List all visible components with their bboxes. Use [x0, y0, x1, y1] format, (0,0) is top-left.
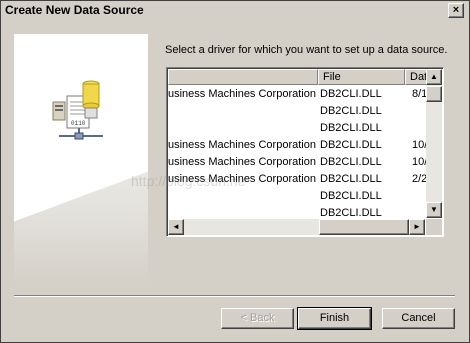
database-driver-icon: 0110	[52, 80, 103, 140]
svg-text:0110: 0110	[71, 120, 86, 127]
scroll-down-button[interactable]: ▼	[426, 202, 442, 218]
driver-file: DB2CLI.DLL	[320, 105, 382, 117]
horizontal-scroll-thumb[interactable]	[319, 219, 409, 235]
horizontal-scrollbar[interactable]: ◄ ►	[168, 219, 425, 235]
driver-file: DB2CLI.DLL	[320, 88, 382, 100]
driver-name: usiness Machines Corporation	[168, 173, 316, 185]
driver-file: DB2CLI.DLL	[320, 122, 382, 134]
driver-file: DB2CLI.DLL	[320, 139, 382, 151]
driver-list[interactable]: File Dat usiness Machines Corporation DB…	[166, 67, 444, 237]
driver-file: DB2CLI.DLL	[320, 190, 382, 202]
column-header-file[interactable]: File	[318, 69, 405, 85]
create-data-source-dialog: Create New Data Source × 0110 Select a d…	[0, 0, 470, 343]
driver-name: usiness Machines Corporation	[168, 139, 316, 151]
separator	[14, 295, 455, 297]
column-header-date[interactable]: Dat	[405, 69, 427, 85]
driver-file: DB2CLI.DLL	[320, 207, 382, 219]
list-item[interactable]: usiness Machines Corporation DB2CLI.DLL …	[168, 137, 427, 154]
list-item[interactable]: usiness Machines Corporation DB2CLI.DLL …	[168, 86, 427, 103]
list-item[interactable]: DB2CLI.DLL	[168, 120, 426, 137]
vertical-scroll-thumb[interactable]	[426, 86, 442, 102]
list-item[interactable]: DB2CLI.DLL	[168, 103, 426, 120]
scroll-left-button[interactable]: ◄	[168, 219, 184, 235]
driver-name: usiness Machines Corporation	[168, 156, 316, 168]
scroll-right-button[interactable]: ►	[409, 219, 425, 235]
instruction-text: Select a driver for which you want to se…	[165, 44, 448, 56]
cancel-button[interactable]: Cancel	[382, 308, 455, 329]
column-header-name[interactable]	[168, 69, 318, 85]
scroll-corner	[426, 219, 442, 235]
wizard-side-panel: 0110	[14, 34, 148, 284]
list-item[interactable]: DB2CLI.DLL	[168, 188, 426, 205]
panel-highlight	[14, 34, 148, 222]
driver-name: usiness Machines Corporation	[168, 88, 316, 100]
vertical-scrollbar[interactable]: ▲ ▼	[426, 69, 442, 218]
title-bar[interactable]: Create New Data Source ×	[1, 1, 469, 20]
list-item[interactable]: usiness Machines Corporation DB2CLI.DLL …	[168, 171, 427, 188]
dialog-title: Create New Data Source	[5, 3, 144, 17]
list-item[interactable]: usiness Machines Corporation DB2CLI.DLL …	[168, 154, 427, 171]
driver-file: DB2CLI.DLL	[320, 173, 382, 185]
back-button[interactable]: < Back	[221, 308, 294, 329]
finish-button[interactable]: Finish	[297, 307, 372, 330]
close-button[interactable]: ×	[448, 3, 464, 18]
driver-file: DB2CLI.DLL	[320, 156, 382, 168]
scroll-up-button[interactable]: ▲	[426, 69, 442, 85]
